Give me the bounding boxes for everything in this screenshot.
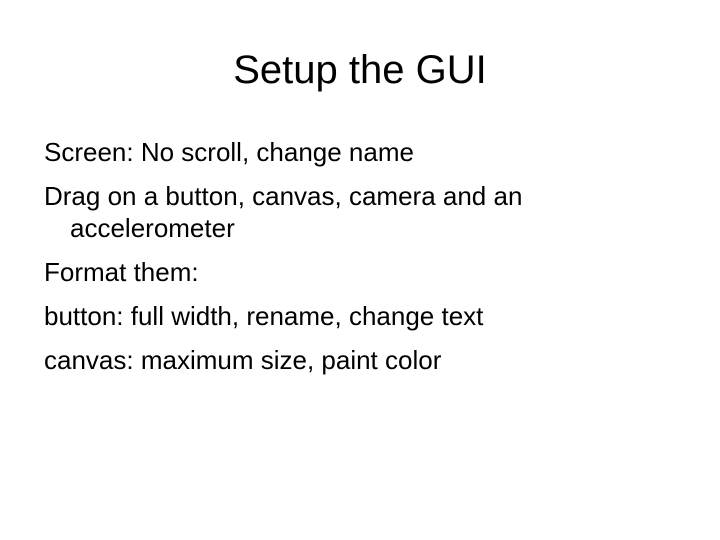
slide: Setup the GUI Screen: No scroll, change …: [0, 0, 720, 540]
bullet-item: Drag on a button, canvas, camera and an …: [44, 181, 523, 243]
bullet-item: button: full width, rename, change text: [44, 301, 484, 331]
bullet-item: Format them:: [44, 257, 199, 287]
bullet-list: Screen: No scroll, change name Drag on a…: [44, 136, 684, 388]
bullet-item: canvas: maximum size, paint color: [44, 345, 442, 375]
bullet-item: Screen: No scroll, change name: [44, 137, 414, 167]
slide-title: Setup the GUI: [233, 48, 487, 92]
